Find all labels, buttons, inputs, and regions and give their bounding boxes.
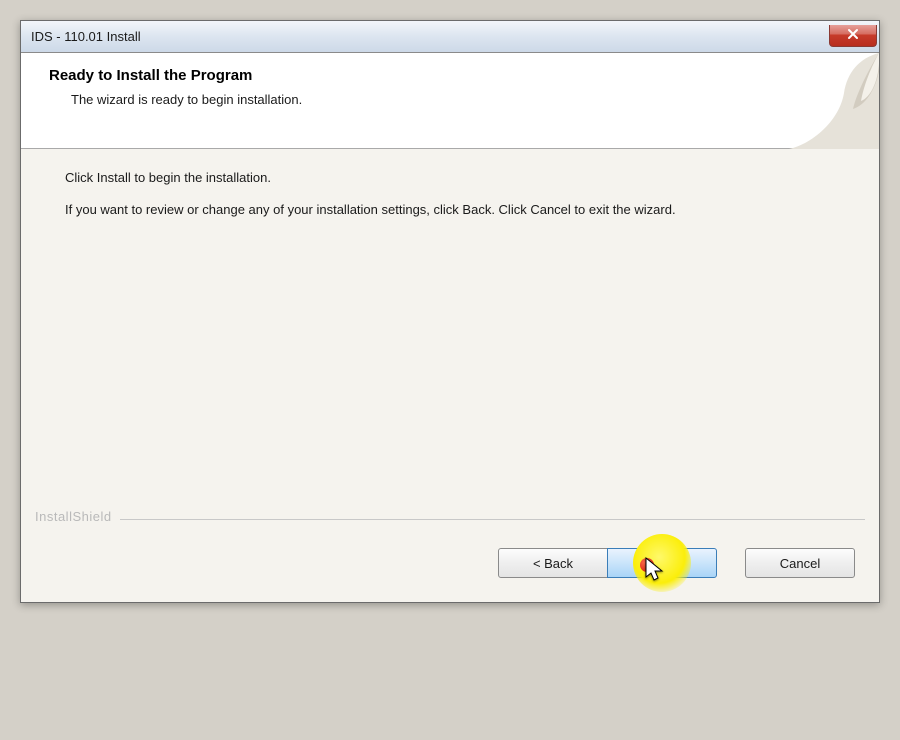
window-title: IDS - 110.01 Install bbox=[31, 29, 141, 44]
back-install-group: < Back Install bbox=[498, 548, 717, 578]
cancel-button[interactable]: Cancel bbox=[745, 548, 855, 578]
close-button[interactable] bbox=[829, 25, 877, 47]
divider bbox=[120, 519, 865, 520]
page-curl-decoration bbox=[769, 53, 879, 149]
button-row: < Back Install Cancel bbox=[21, 530, 879, 602]
brand-footer: InstallShield bbox=[21, 509, 879, 530]
installer-window: IDS - 110.01 Install Ready to Install th… bbox=[20, 20, 880, 603]
install-button-label: Install bbox=[645, 556, 679, 571]
instruction-line-2: If you want to review or change any of y… bbox=[65, 201, 843, 219]
page-title: Ready to Install the Program bbox=[49, 67, 302, 84]
wizard-header: Ready to Install the Program The wizard … bbox=[21, 53, 879, 149]
install-button[interactable]: Install bbox=[607, 548, 717, 578]
titlebar[interactable]: IDS - 110.01 Install bbox=[21, 21, 879, 53]
content-area: Click Install to begin the installation.… bbox=[21, 149, 879, 509]
brand-label: InstallShield bbox=[35, 509, 112, 526]
back-button[interactable]: < Back bbox=[498, 548, 608, 578]
close-icon bbox=[847, 27, 859, 45]
instruction-line-1: Click Install to begin the installation. bbox=[65, 169, 843, 187]
page-subtitle: The wizard is ready to begin installatio… bbox=[49, 92, 302, 107]
header-text-block: Ready to Install the Program The wizard … bbox=[21, 53, 302, 148]
